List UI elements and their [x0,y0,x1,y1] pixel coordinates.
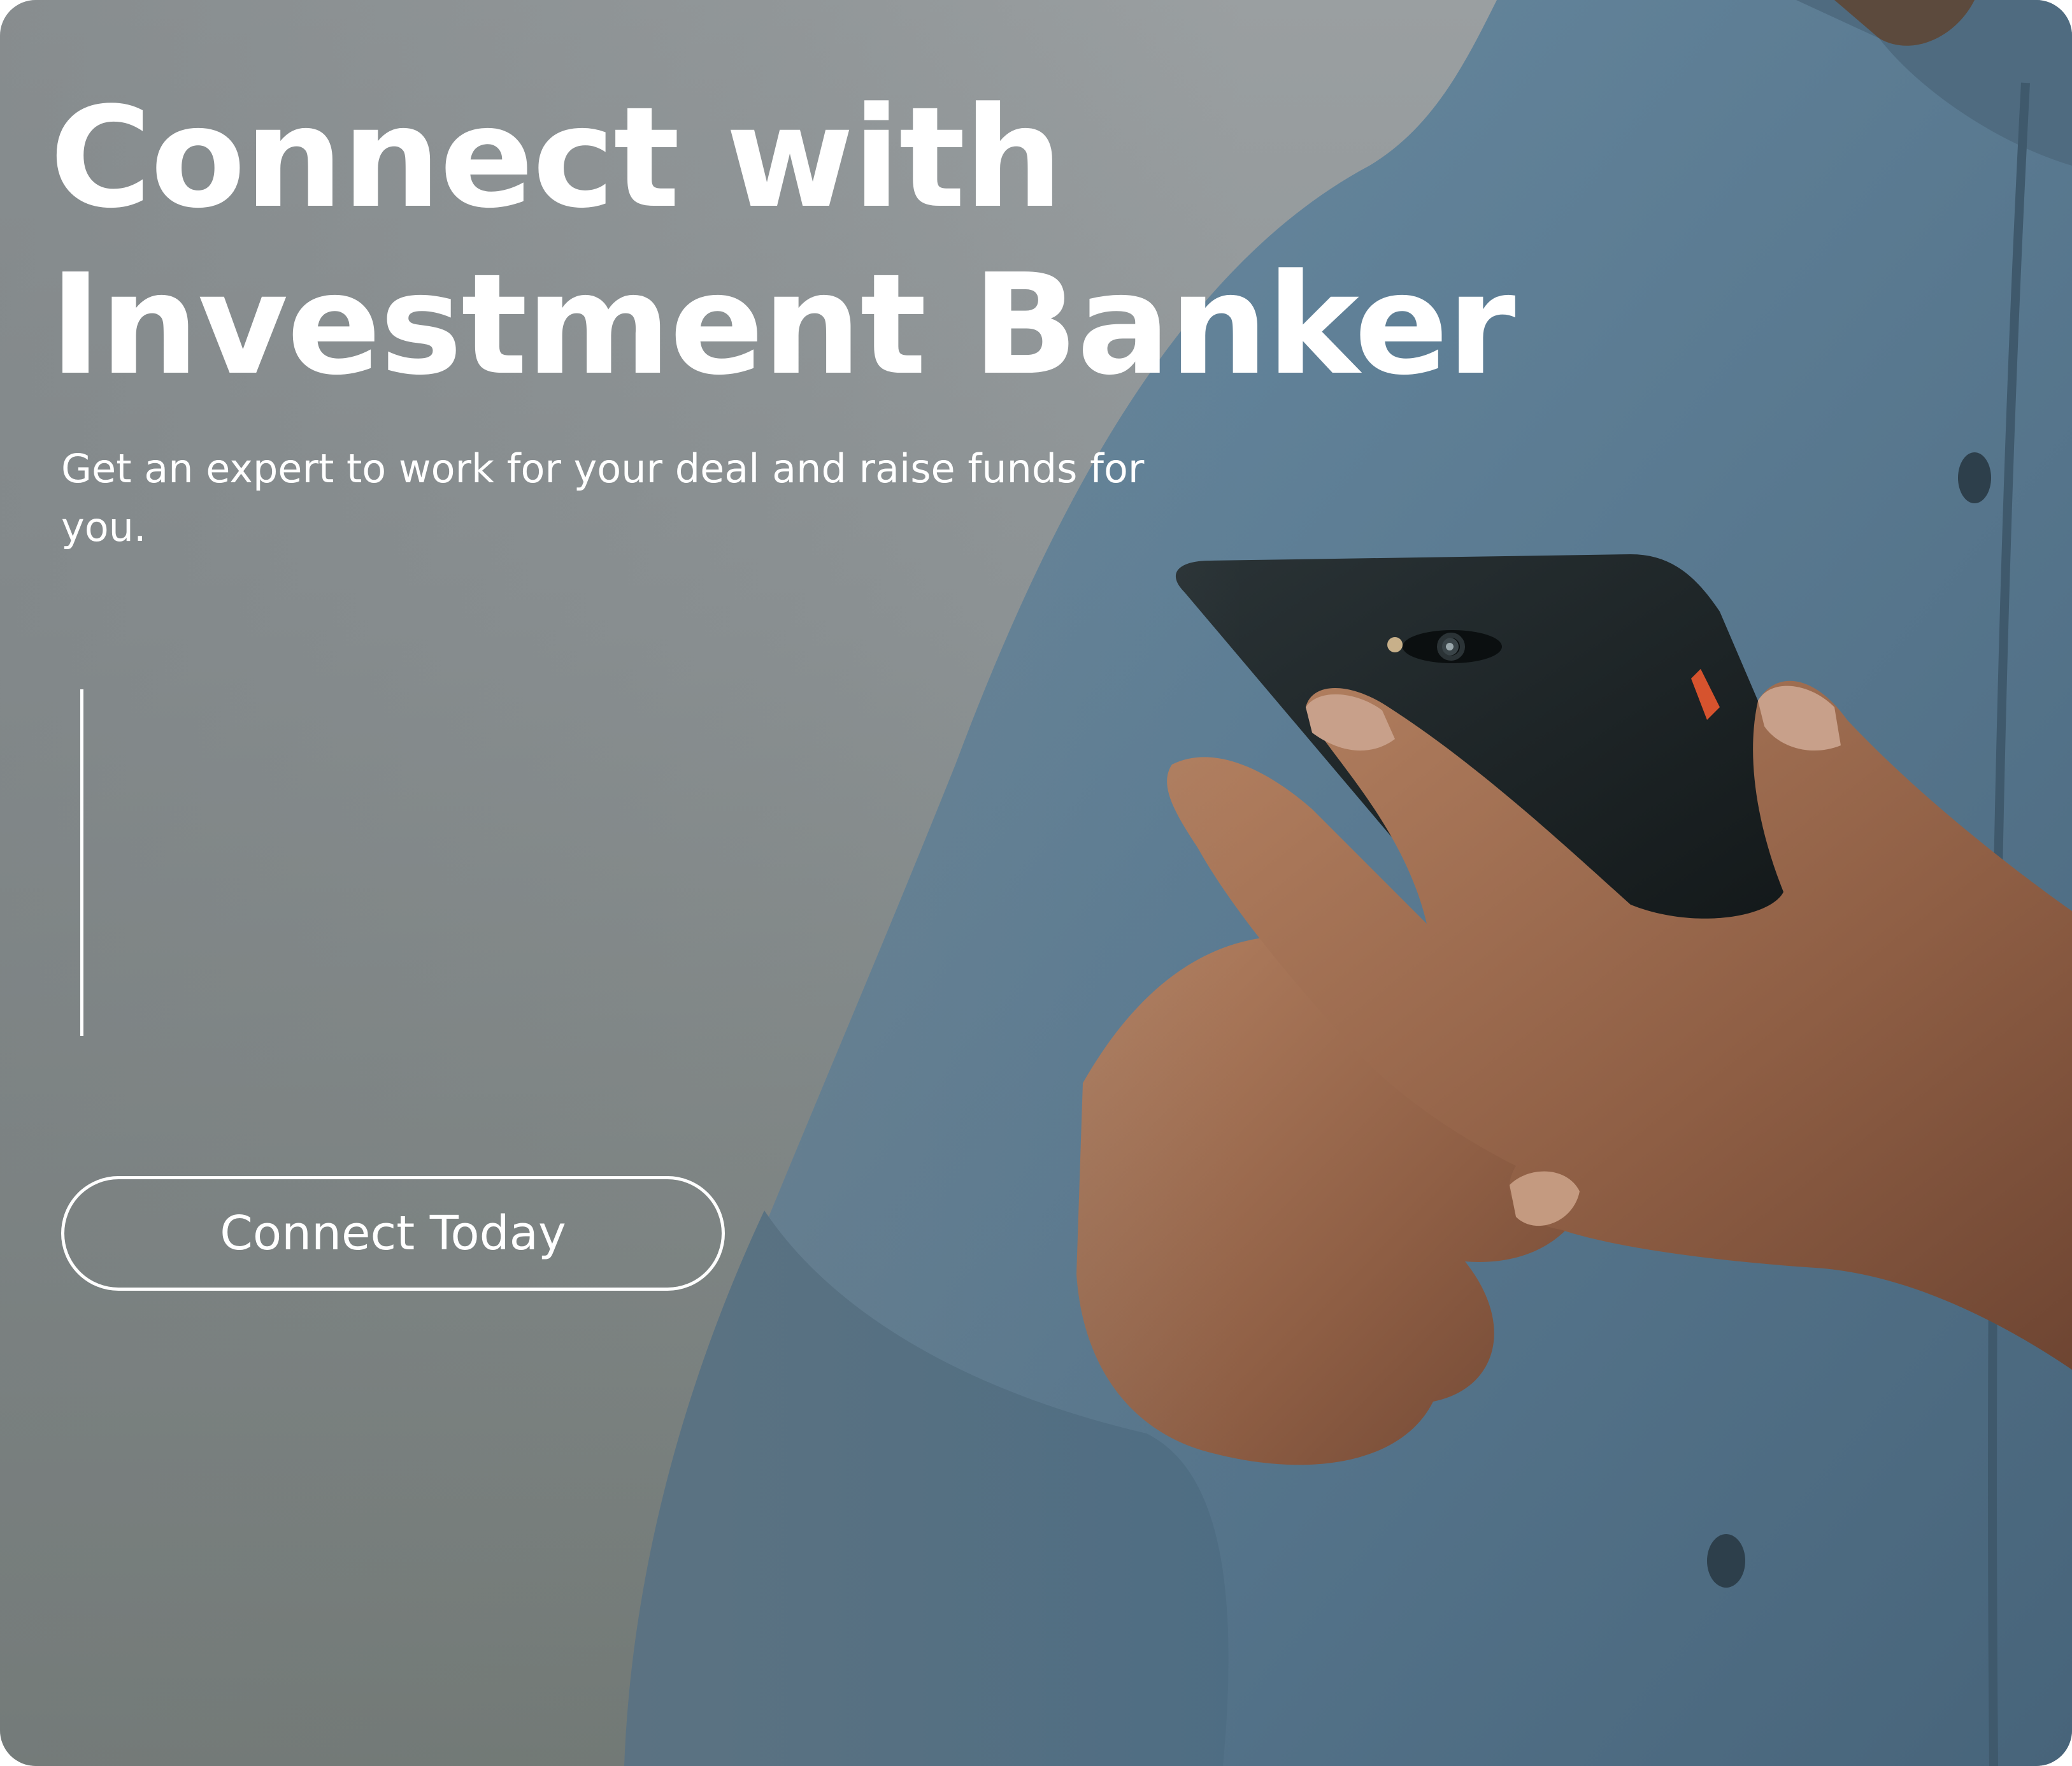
hero-banner: Connect with Investment Banker Get an ex… [0,0,2072,1766]
page-title: Connect with Investment Banker [50,75,1578,409]
subtitle: Get an expert to work for your deal and … [61,445,1145,550]
vertical-divider [80,689,83,1036]
connect-today-button[interactable]: Connect Today [61,1176,725,1291]
headline-line-2: Investment Banker [50,245,1516,406]
headline-line-1: Connect with [50,78,1063,239]
